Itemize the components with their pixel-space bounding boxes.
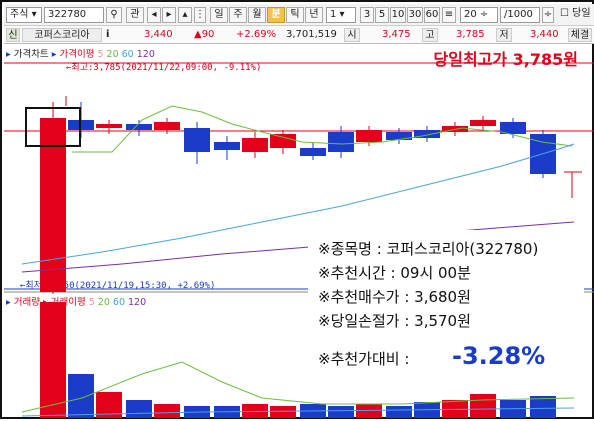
chart-window: 주식 ▾ 322780 ⚲ 관 ◂ ▸ ▴ ⋮ 일 주 월 분 틱 년 1 ▾ … xyxy=(0,0,594,419)
candle xyxy=(40,118,66,292)
info-rec-buy-price: ※추천매수가 : 3,680원 xyxy=(318,288,471,306)
volume-bar xyxy=(68,374,94,418)
candle xyxy=(154,122,180,130)
candle xyxy=(328,132,354,152)
candle xyxy=(96,124,122,128)
volume-bar xyxy=(40,302,66,418)
candle xyxy=(126,124,152,130)
info-vs-rec-value: -3.28% xyxy=(452,342,546,370)
volume-bar xyxy=(328,406,354,418)
volume-bar xyxy=(356,404,382,418)
candle xyxy=(214,142,240,150)
volume-bar xyxy=(270,406,296,418)
candle xyxy=(356,130,382,142)
info-stock-name: ※종목명 : 코퍼스코리아(322780) xyxy=(318,240,539,258)
candle xyxy=(270,134,296,148)
volume-bar xyxy=(126,400,152,418)
volume-bar xyxy=(386,406,412,418)
candle xyxy=(184,128,210,152)
candle xyxy=(300,148,326,156)
info-stop-loss: ※당일손절가 : 3,570원 xyxy=(318,312,471,330)
candle xyxy=(470,120,496,126)
recommendation-box: ※종목명 : 코퍼스코리아(322780) ※추천시간 : 09시 00분 ※추… xyxy=(308,230,584,390)
info-rec-time: ※추천시간 : 09시 00분 xyxy=(318,264,471,282)
info-vs-rec-label: ※추천가대비 : xyxy=(318,350,410,368)
candle xyxy=(386,132,412,140)
volume-bar xyxy=(154,404,180,418)
candle xyxy=(242,138,268,152)
volume-bar xyxy=(470,394,496,418)
